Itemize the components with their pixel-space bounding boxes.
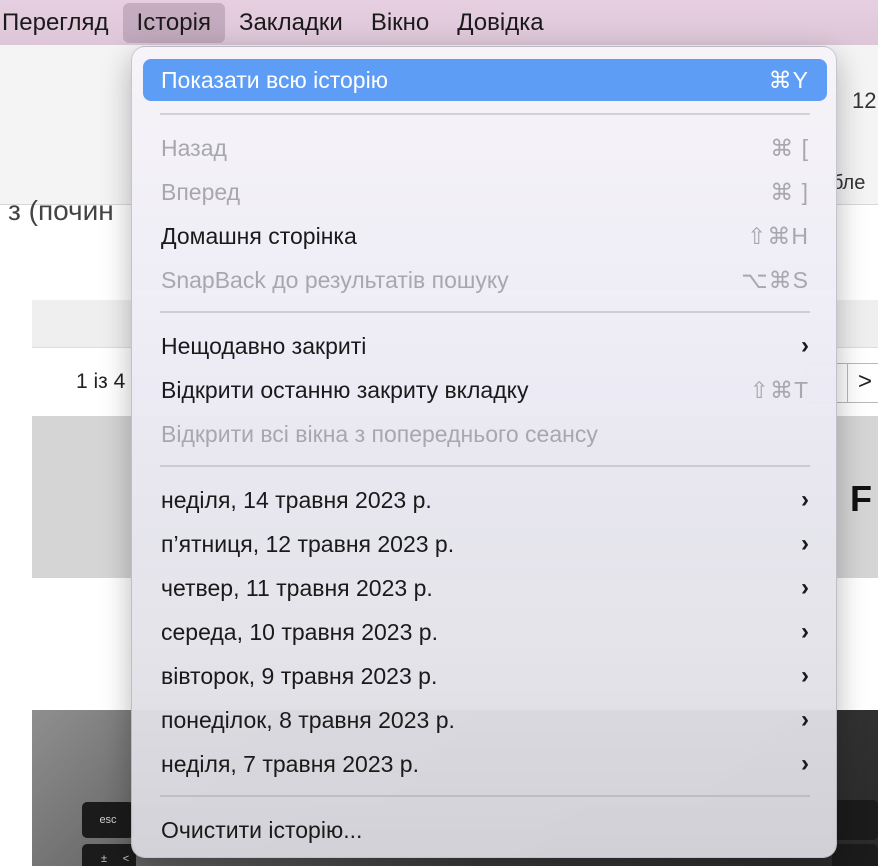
menu-divider: [160, 311, 810, 313]
menu-item-label: понеділок, 8 травня 2023 р.: [161, 706, 455, 733]
menu-divider: [160, 465, 810, 467]
menu-item-snapback: SnapBack до результатів пошуку ⌥⌘S: [143, 259, 827, 301]
menu-item-history-day[interactable]: середа, 10 травня 2023 р. ›: [143, 611, 827, 653]
menu-item-home-page[interactable]: Домашня сторінка ⇧⌘H: [143, 215, 827, 257]
menu-item-clear-history[interactable]: Очистити історію...: [143, 809, 827, 851]
menu-divider: [160, 113, 810, 115]
keyboard-key: [832, 844, 878, 866]
menu-item-label: Нещодавно закриті: [161, 332, 367, 359]
menu-item-label: Показати всю історію: [161, 66, 388, 93]
chevron-right-icon: ›: [801, 618, 809, 645]
menu-item-label: п’ятниця, 12 травня 2023 р.: [161, 530, 455, 557]
shortcut-label: ⌘ [: [770, 134, 809, 161]
menu-bar: Перегляд Історія Закладки Вікно Довідка: [0, 0, 878, 45]
menu-item-reopen-last-tab[interactable]: Відкрити останню закриту вкладку ⇧⌘T: [143, 369, 827, 411]
chevron-right-icon: ›: [801, 706, 809, 733]
keyboard-key-esc: esc: [82, 802, 134, 838]
menu-item-label: Домашня сторінка: [161, 222, 357, 249]
menu-item-label: Відкрити всі вікна з попереднього сеансу: [161, 420, 598, 447]
menu-window[interactable]: Вікно: [357, 0, 443, 45]
menu-divider: [160, 795, 810, 797]
shortcut-label: ⇧⌘H: [747, 222, 809, 249]
menu-view[interactable]: Перегляд: [0, 0, 123, 45]
menu-item-label: Очистити історію...: [161, 816, 363, 843]
menu-item-label: Відкрити останню закриту вкладку: [161, 376, 529, 403]
menu-history[interactable]: Історія: [122, 2, 225, 43]
chevron-right-icon: ›: [801, 750, 809, 777]
pager-count: 1 із 4: [76, 370, 126, 393]
menu-item-history-day[interactable]: неділя, 14 травня 2023 р. ›: [143, 479, 827, 521]
keyboard-key: [832, 800, 878, 840]
menu-bookmarks[interactable]: Закладки: [225, 0, 357, 45]
chevron-right-icon: ›: [801, 662, 809, 689]
menu-item-label: неділя, 7 травня 2023 р.: [161, 750, 419, 777]
toolbar-partial-text: бле: [832, 172, 866, 194]
pager-next-icon[interactable]: >: [858, 368, 872, 396]
menu-item-history-day[interactable]: вівторок, 9 травня 2023 р. ›: [143, 655, 827, 697]
menu-item-history-day[interactable]: четвер, 11 травня 2023 р. ›: [143, 567, 827, 609]
chevron-right-icon: ›: [801, 530, 809, 557]
menu-item-recently-closed[interactable]: Нещодавно закриті ›: [143, 325, 827, 367]
menu-item-label: неділя, 14 травня 2023 р.: [161, 486, 432, 513]
shortcut-label: ⌘Y: [768, 66, 809, 93]
menu-item-forward: Вперед ⌘ ]: [143, 171, 827, 213]
menu-item-label: четвер, 11 травня 2023 р.: [161, 574, 433, 601]
page-heading-partial: з (почин: [8, 195, 114, 226]
menu-item-reopen-all-windows: Відкрити всі вікна з попереднього сеансу: [143, 413, 827, 455]
toolbar-partial-number: 12: [852, 88, 877, 113]
history-dropdown-menu: Показати всю історію ⌘Y Назад ⌘ [ Вперед…: [131, 46, 837, 858]
menu-help[interactable]: Довідка: [443, 0, 557, 45]
chevron-right-icon: ›: [801, 332, 809, 359]
menu-item-history-day[interactable]: п’ятниця, 12 травня 2023 р. ›: [143, 523, 827, 565]
chevron-right-icon: ›: [801, 486, 809, 513]
menu-item-label: Назад: [161, 134, 227, 161]
menu-item-label: вівторок, 9 травня 2023 р.: [161, 662, 438, 689]
banner-letter: F: [850, 478, 872, 519]
menu-item-label: Вперед: [161, 178, 241, 205]
menu-item-show-all-history[interactable]: Показати всю історію ⌘Y: [143, 59, 827, 101]
shortcut-label: ⇧⌘T: [749, 376, 809, 403]
shortcut-label: ⌘ ]: [770, 178, 809, 205]
shortcut-label: ⌥⌘S: [741, 266, 809, 293]
menu-item-history-day[interactable]: понеділок, 8 травня 2023 р. ›: [143, 699, 827, 741]
chevron-right-icon: ›: [801, 574, 809, 601]
menu-item-history-day[interactable]: неділя, 7 травня 2023 р. ›: [143, 743, 827, 785]
menu-item-back: Назад ⌘ [: [143, 127, 827, 169]
menu-item-label: SnapBack до результатів пошуку: [161, 266, 509, 293]
menu-item-label: середа, 10 травня 2023 р.: [161, 618, 438, 645]
